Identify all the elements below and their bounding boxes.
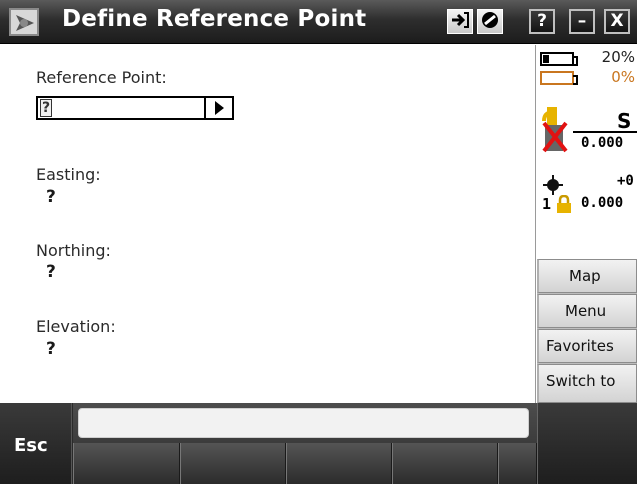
battery-icon-2	[540, 71, 578, 85]
softkey-1[interactable]	[73, 443, 180, 484]
bottom-right-panel	[537, 403, 637, 484]
app-icon[interactable]	[9, 8, 39, 36]
switch-to-button[interactable]: Switch to	[537, 364, 637, 403]
login-icon[interactable]	[447, 9, 473, 34]
favorites-button[interactable]: Favorites	[537, 329, 637, 363]
reference-point-label: Reference Point:	[36, 68, 167, 87]
menu-button[interactable]: Menu	[537, 294, 637, 328]
window-title: Define Reference Point	[62, 6, 367, 32]
status-panel[interactable]: 20% 0% S 0.000 1 +0 0.000	[537, 45, 637, 259]
softkey-5[interactable]	[498, 443, 537, 484]
close-button[interactable]: X	[604, 9, 630, 34]
divider	[573, 131, 637, 133]
gnss-mode-label: S	[617, 109, 632, 133]
no-entry-icon[interactable]	[477, 9, 503, 34]
minimize-button[interactable]: –	[569, 9, 595, 34]
battery-percent-2: 0%	[611, 68, 635, 86]
title-bar: Define Reference Point ? – X	[0, 0, 637, 44]
softkey-bar	[73, 403, 537, 484]
esc-button[interactable]: Esc	[0, 403, 72, 484]
softkey-2[interactable]	[180, 443, 286, 484]
elevation-label: Elevation:	[36, 317, 116, 336]
northing-value[interactable]: ?	[46, 262, 56, 282]
reference-point-value: ?	[40, 99, 52, 117]
gnss-value: 0.000	[581, 135, 624, 151]
elevation-value[interactable]: ?	[46, 339, 56, 359]
prism-offset: +0	[617, 173, 634, 189]
prism-number: 1	[542, 195, 552, 213]
lock-icon	[555, 194, 573, 217]
dropdown-arrow-icon[interactable]	[204, 98, 232, 118]
map-button[interactable]: Map	[537, 259, 637, 293]
receiver-icon	[542, 107, 568, 157]
northing-label: Northing:	[36, 241, 111, 260]
easting-label: Easting:	[36, 165, 101, 184]
side-button-panel: Map Menu Favorites Switch to	[537, 259, 637, 403]
battery-icon	[540, 52, 578, 66]
main-form: Reference Point: ? Easting: ? Northing: …	[0, 45, 536, 403]
reference-point-combo[interactable]: ?	[36, 96, 234, 120]
softkey-4[interactable]	[392, 443, 498, 484]
prism-value: 0.000	[581, 195, 624, 211]
battery-percent-1: 20%	[601, 48, 635, 66]
bottom-bar: Esc	[0, 403, 637, 484]
help-button[interactable]: ?	[529, 9, 555, 34]
message-field	[78, 408, 529, 438]
softkey-3[interactable]	[286, 443, 392, 484]
easting-value[interactable]: ?	[46, 187, 56, 207]
